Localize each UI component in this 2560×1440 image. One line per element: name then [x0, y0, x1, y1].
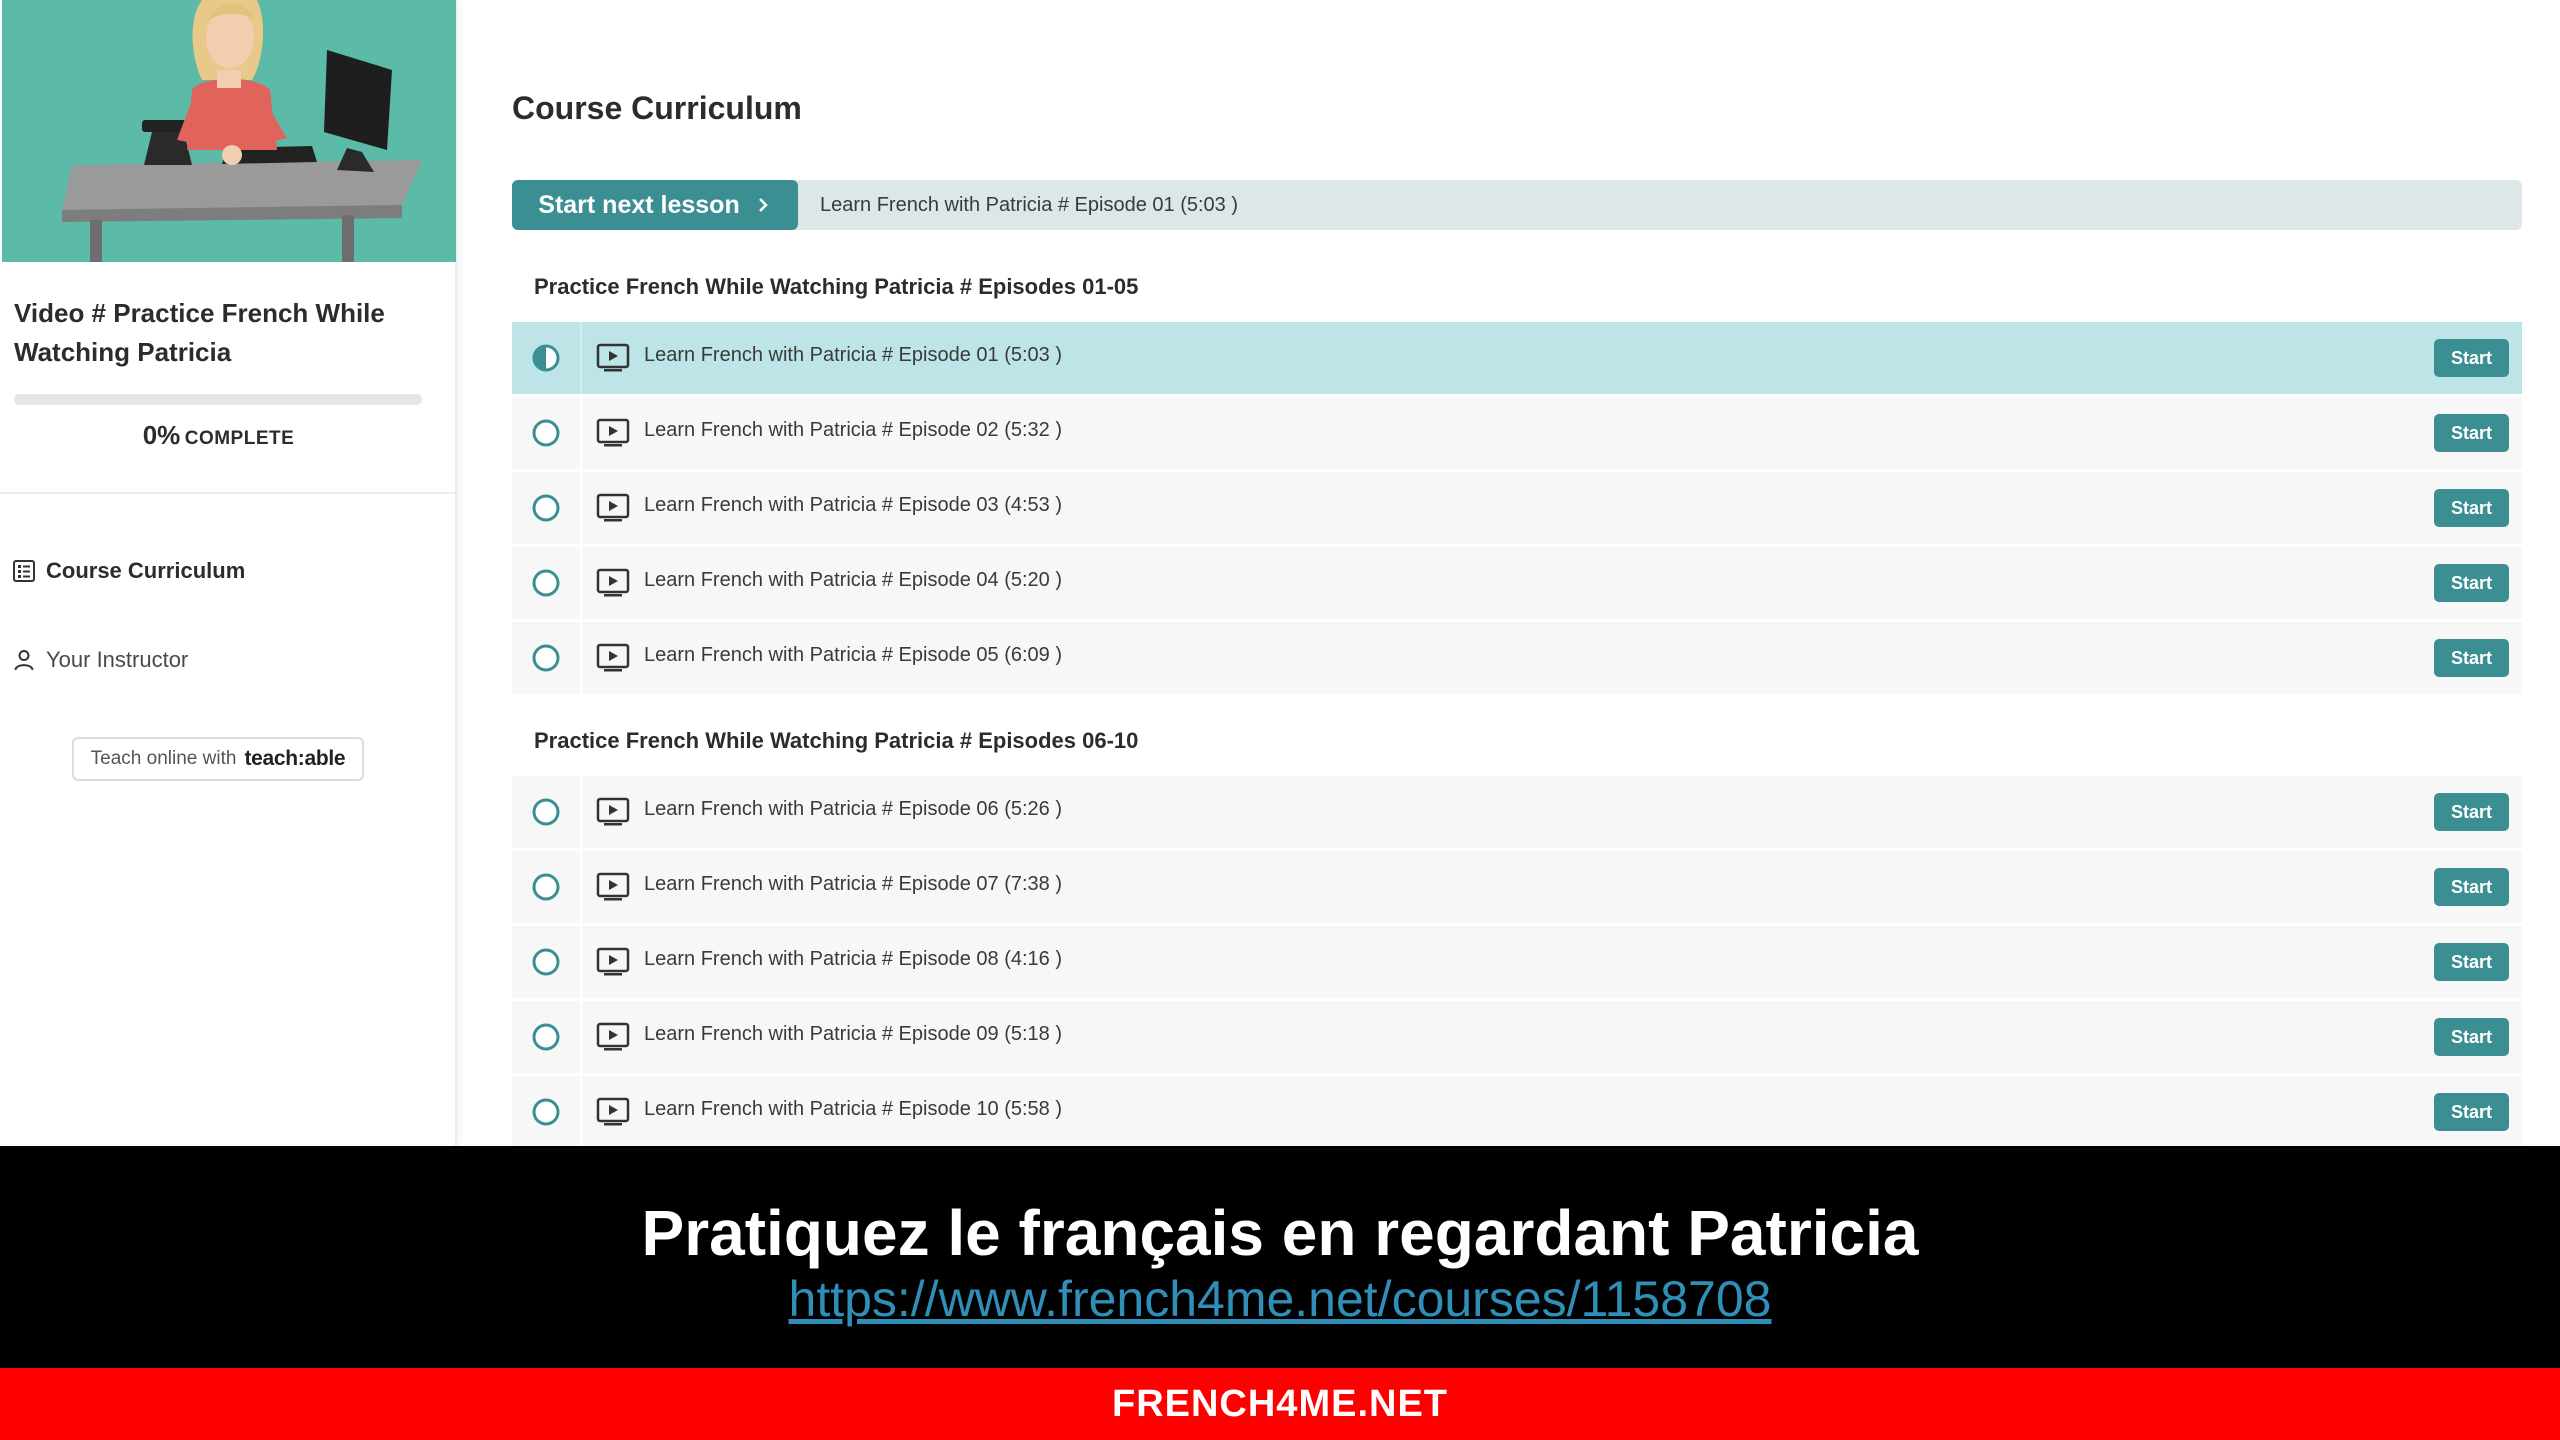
empty-circle-icon	[532, 873, 560, 901]
teachable-logo-text: teach:able	[244, 747, 346, 770]
video-lesson-icon	[596, 643, 630, 672]
video-lesson-icon	[596, 947, 630, 976]
start-next-lesson-label: Start next lesson	[538, 190, 740, 219]
start-lesson-button[interactable]: Start	[2434, 639, 2509, 677]
video-lesson-icon	[596, 493, 630, 522]
lesson-list: Learn French with Patricia # Episode 01 …	[512, 322, 2522, 697]
lesson-title: Learn French with Patricia # Episode 02 …	[644, 418, 1062, 441]
video-lesson-icon	[596, 1022, 630, 1051]
lesson-row[interactable]: Learn French with Patricia # Episode 09 …	[512, 1001, 2522, 1073]
empty-circle-icon	[532, 644, 560, 672]
lesson-row[interactable]: Learn French with Patricia # Episode 02 …	[512, 397, 2522, 469]
lesson-status	[512, 547, 582, 619]
lesson-title: Learn French with Patricia # Episode 07 …	[644, 872, 1062, 895]
lesson-title: Learn French with Patricia # Episode 10 …	[644, 1097, 1062, 1120]
sidebar-item-label: Course Curriculum	[46, 558, 246, 583]
empty-circle-icon	[532, 798, 560, 826]
lesson-status	[512, 926, 582, 998]
video-lesson-icon	[596, 797, 630, 826]
progress-bar	[14, 394, 422, 405]
video-lesson-icon	[596, 872, 630, 901]
empty-circle-icon	[532, 1098, 560, 1126]
course-url-link[interactable]: https://www.french4me.net/courses/115870…	[0, 1270, 2560, 1328]
teachable-badge-prefix: Teach online with	[90, 748, 237, 769]
section-title: Practice French While Watching Patricia …	[534, 274, 1139, 299]
lesson-status	[512, 851, 582, 923]
course-illustration	[2, 0, 456, 262]
empty-circle-icon	[532, 419, 560, 447]
sidebar-item-your-instructor[interactable]: Your Instructor	[12, 640, 188, 680]
lesson-title: Learn French with Patricia # Episode 06 …	[644, 797, 1062, 820]
teachable-badge[interactable]: Teach online with teach:able	[72, 737, 364, 781]
start-lesson-button[interactable]: Start	[2434, 414, 2509, 452]
start-lesson-button[interactable]: Start	[2434, 1093, 2509, 1131]
curriculum-list-icon	[13, 560, 35, 582]
lesson-title: Learn French with Patricia # Episode 01 …	[644, 343, 1062, 366]
start-next-lesson-button[interactable]: Start next lesson	[512, 180, 798, 230]
course-title: Video # Practice French While Watching P…	[14, 298, 385, 367]
curriculum-panel: Course Curriculum Start next lesson Lear…	[512, 0, 2522, 1146]
empty-circle-icon	[532, 569, 560, 597]
chevron-right-icon	[758, 198, 768, 212]
start-lesson-button[interactable]: Start	[2434, 1018, 2509, 1056]
lesson-row[interactable]: Learn French with Patricia # Episode 10 …	[512, 1076, 2522, 1146]
sidebar-item-label: Your Instructor	[46, 647, 189, 672]
page-title: Course Curriculum	[512, 90, 802, 126]
lesson-row[interactable]: Learn French with Patricia # Episode 06 …	[512, 776, 2522, 848]
video-lesson-icon	[596, 1097, 630, 1126]
lesson-list: Learn French with Patricia # Episode 06 …	[512, 776, 2522, 1146]
lesson-title: Learn French with Patricia # Episode 03 …	[644, 493, 1062, 516]
lesson-status	[512, 472, 582, 544]
lesson-title: Learn French with Patricia # Episode 09 …	[644, 1022, 1062, 1045]
lesson-row[interactable]: Learn French with Patricia # Episode 03 …	[512, 472, 2522, 544]
lesson-status	[512, 322, 582, 394]
next-lesson-bar: Start next lesson Learn French with Patr…	[512, 180, 2522, 230]
footer-brand: FRENCH4ME.NET	[1111, 1382, 1449, 1425]
start-lesson-button[interactable]: Start	[2434, 943, 2509, 981]
sidebar-divider	[0, 492, 456, 494]
empty-circle-icon	[532, 1023, 560, 1051]
section-title: Practice French While Watching Patricia …	[534, 728, 1139, 753]
video-lesson-icon	[596, 343, 630, 372]
start-lesson-button[interactable]: Start	[2434, 564, 2509, 602]
lesson-status	[512, 776, 582, 848]
promo-banner: Pratiquez le français en regardant Patri…	[0, 1146, 2560, 1368]
empty-circle-icon	[532, 494, 560, 522]
lesson-row[interactable]: Learn French with Patricia # Episode 07 …	[512, 851, 2522, 923]
lesson-title: Learn French with Patricia # Episode 05 …	[644, 643, 1062, 666]
user-icon	[14, 650, 34, 671]
banner-headline: Pratiquez le français en regardant Patri…	[641, 1197, 1919, 1269]
start-lesson-button[interactable]: Start	[2434, 339, 2509, 377]
progress-summary: 0% COMPLETE	[0, 420, 437, 451]
lesson-row[interactable]: Learn French with Patricia # Episode 04 …	[512, 547, 2522, 619]
lesson-status	[512, 1001, 582, 1073]
course-thumbnail	[2, 0, 456, 262]
start-lesson-button[interactable]: Start	[2434, 489, 2509, 527]
start-lesson-button[interactable]: Start	[2434, 868, 2509, 906]
sidebar-item-course-curriculum[interactable]: Course Curriculum	[12, 551, 245, 591]
empty-circle-icon	[532, 948, 560, 976]
progress-label: COMPLETE	[184, 428, 295, 449]
video-lesson-icon	[596, 418, 630, 447]
lesson-row[interactable]: Learn French with Patricia # Episode 05 …	[512, 622, 2522, 694]
half-progress-circle-icon	[532, 344, 560, 372]
lesson-row[interactable]: Learn French with Patricia # Episode 08 …	[512, 926, 2522, 998]
start-lesson-button[interactable]: Start	[2434, 793, 2509, 831]
next-lesson-name: Learn French with Patricia # Episode 01 …	[820, 193, 1238, 216]
footer-bar: FRENCH4ME.NET	[0, 1368, 2560, 1440]
lesson-status	[512, 1076, 582, 1146]
lesson-status	[512, 397, 582, 469]
lesson-row[interactable]: Learn French with Patricia # Episode 01 …	[512, 322, 2522, 394]
lesson-title: Learn French with Patricia # Episode 04 …	[644, 568, 1062, 591]
sidebar: Video # Practice French While Watching P…	[0, 0, 457, 1146]
video-lesson-icon	[596, 568, 630, 597]
lesson-title: Learn French with Patricia # Episode 08 …	[644, 947, 1062, 970]
progress-percent: 0%	[142, 420, 181, 450]
lesson-status	[512, 622, 582, 694]
